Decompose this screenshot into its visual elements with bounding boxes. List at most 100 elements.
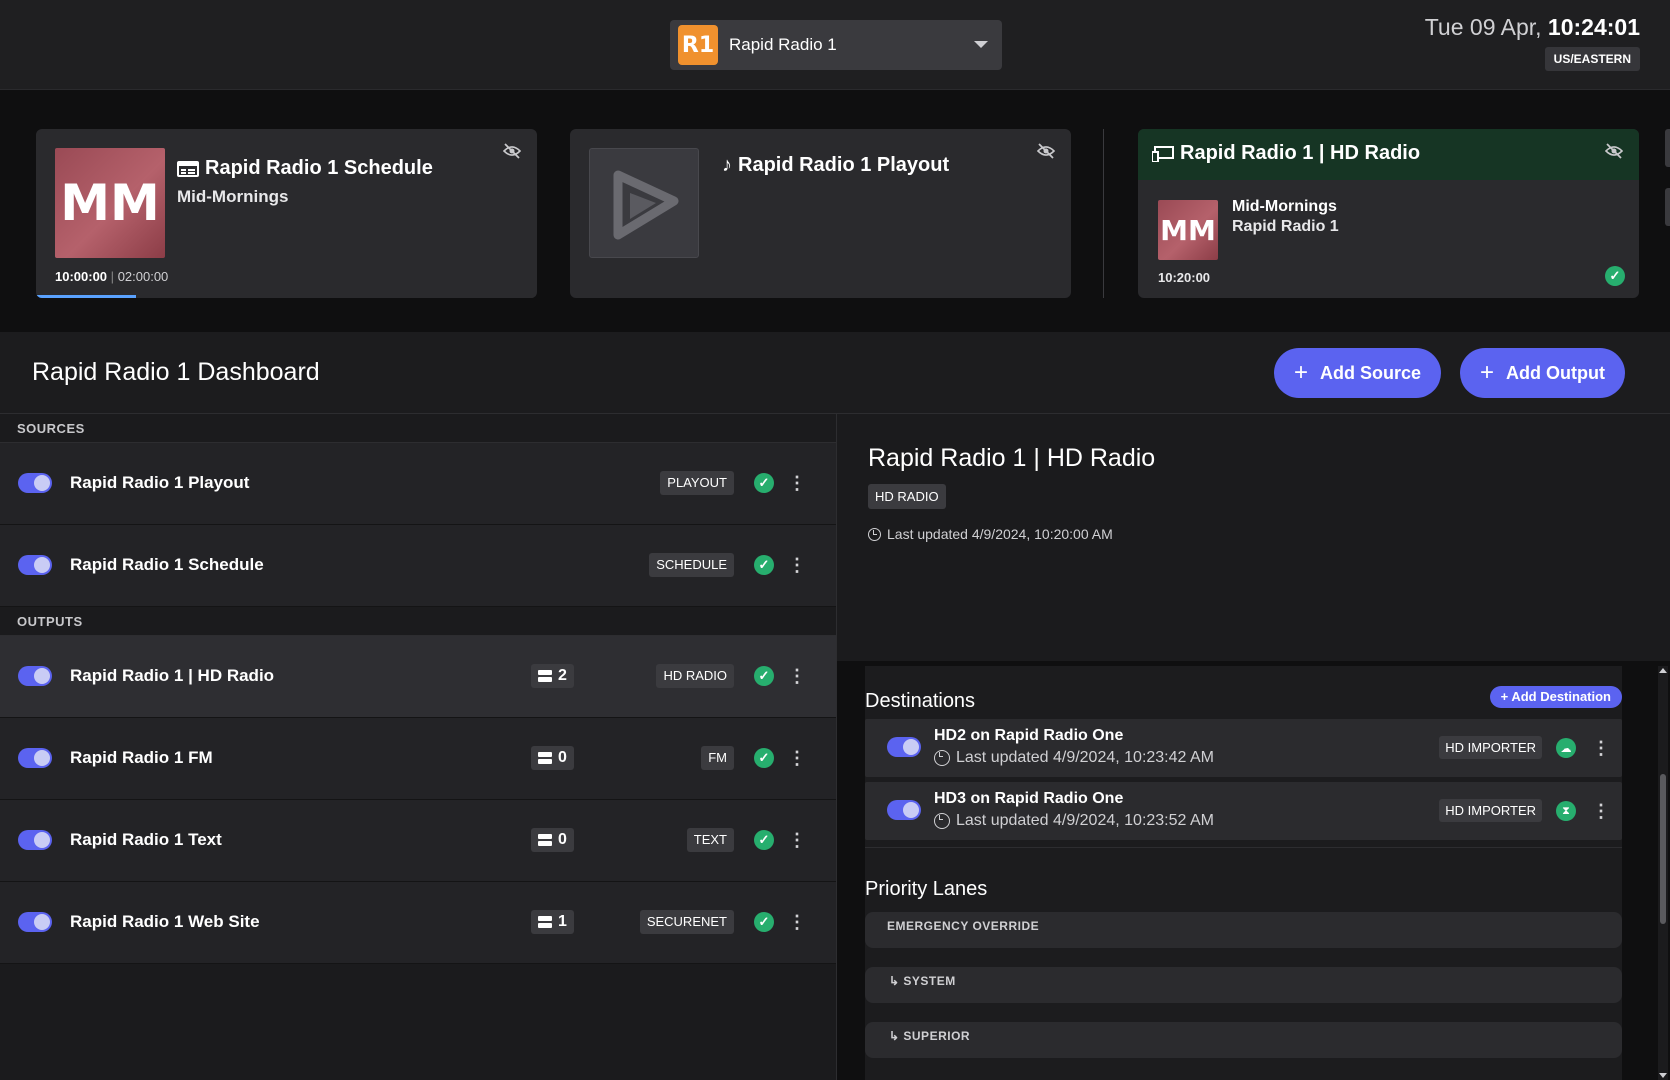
enable-toggle[interactable] [18, 912, 52, 932]
enable-toggle[interactable] [18, 473, 52, 493]
enable-toggle[interactable] [18, 830, 52, 850]
scrollbar-thumb[interactable] [1660, 774, 1666, 924]
chevron-down-icon [974, 41, 988, 48]
more-menu-icon[interactable]: ⋮ [788, 553, 806, 577]
destinations-title: Destinations [865, 690, 976, 712]
check-circle-icon: ✓ [754, 748, 774, 768]
output-name: Rapid Radio 1 FM [70, 748, 213, 767]
server-icon [538, 670, 552, 682]
clock-icon [868, 527, 881, 541]
scroll-up-arrow[interactable] [1659, 668, 1667, 673]
scroll-down-arrow[interactable] [1659, 1073, 1667, 1078]
enable-toggle[interactable] [18, 666, 52, 686]
destination-type-badge: HD IMPORTER [1439, 799, 1542, 822]
playout-title-text: Rapid Radio 1 Playout [738, 154, 950, 176]
output-row[interactable]: Rapid Radio 1 Text 0 TEXT ✓ ⋮ [0, 800, 836, 882]
hd-station: Rapid Radio 1 [1232, 218, 1339, 235]
plus-icon: + [1294, 359, 1309, 386]
priority-lane[interactable]: ↳ SUPERIOR [865, 1022, 1622, 1058]
eye-off-icon[interactable] [1604, 143, 1625, 163]
enable-toggle[interactable] [887, 737, 921, 757]
play-logo-icon [613, 170, 679, 240]
destination-count-value: 1 [558, 913, 567, 930]
hd-radio-card[interactable]: Rapid Radio 1 | HD Radio MM Mid-Mornings… [1138, 129, 1639, 298]
detail-summary: Rapid Radio 1 | HD Radio HD RADIO Last u… [837, 414, 1670, 661]
schedule-title-text: Rapid Radio 1 Schedule [205, 157, 433, 179]
enable-toggle[interactable] [887, 800, 921, 820]
destination-last-updated: Last updated 4/9/2024, 10:23:42 AM [934, 749, 1214, 767]
hourglass-status-icon: ⧗ [1556, 801, 1576, 821]
output-row[interactable]: Rapid Radio 1 FM 0 FM ✓ ⋮ [0, 718, 836, 800]
eye-off-icon[interactable] [502, 143, 523, 163]
source-row[interactable]: Rapid Radio 1 Schedule SCHEDULE ✓ ⋮ [0, 525, 836, 607]
destination-count-value: 0 [558, 831, 567, 848]
check-circle-icon: ✓ [1605, 266, 1625, 286]
eye-off-icon[interactable] [1036, 143, 1057, 163]
check-circle-icon: ✓ [754, 555, 774, 575]
more-menu-icon[interactable]: ⋮ [788, 828, 806, 852]
hd-time: 10:20:00 [1158, 270, 1211, 285]
server-icon [538, 752, 552, 764]
card-divider [1103, 129, 1104, 298]
priority-lane[interactable]: EMERGENCY OVERRIDE [865, 912, 1622, 948]
next-card-edge[interactable] [1665, 188, 1670, 226]
playout-card[interactable]: ♪ Rapid Radio 1 Playout [570, 129, 1071, 298]
detail-scroll-area: Destinations + Add Destination HD2 on Ra… [837, 661, 1670, 1080]
devices-icon [1152, 145, 1174, 162]
output-name: Rapid Radio 1 | HD Radio [70, 666, 275, 685]
type-badge: FM [701, 746, 734, 770]
destination-row[interactable]: HD3 on Rapid Radio One Last updated 4/9/… [865, 782, 1622, 840]
playout-card-title: ♪ Rapid Radio 1 Playout [722, 154, 949, 177]
add-output-button[interactable]: + Add Output [1460, 348, 1625, 398]
output-row[interactable]: Rapid Radio 1 | HD Radio 2 HD RADIO ✓ ⋮ [0, 636, 836, 718]
destination-updated-text: Last updated 4/9/2024, 10:23:52 AM [956, 812, 1214, 829]
more-menu-icon[interactable]: ⋮ [788, 910, 806, 934]
check-circle-icon: ✓ [754, 830, 774, 850]
clock-icon [934, 750, 950, 766]
destination-type-badge: HD IMPORTER [1439, 736, 1542, 759]
destination-count-value: 0 [558, 749, 567, 766]
add-destination-button[interactable]: + Add Destination [1489, 686, 1622, 708]
output-name: Rapid Radio 1 Web Site [70, 912, 260, 931]
timezone-badge: US/EASTERN [1544, 47, 1640, 71]
more-menu-icon[interactable]: ⋮ [1592, 736, 1610, 760]
output-detail-panel: Rapid Radio 1 | HD Radio HD RADIO Last u… [837, 414, 1670, 1080]
source-name: Rapid Radio 1 Schedule [70, 555, 264, 574]
more-menu-icon[interactable]: ⋮ [788, 471, 806, 495]
enable-toggle[interactable] [18, 748, 52, 768]
schedule-start: 10:00:00 [55, 269, 108, 284]
add-output-label: Add Output [1506, 362, 1605, 383]
clock-icon [934, 813, 950, 829]
station-logo: R1 [678, 25, 718, 65]
page-title: Rapid Radio 1 Dashboard [32, 358, 320, 386]
type-badge: SECURENET [639, 910, 734, 934]
schedule-card[interactable]: MM Rapid Radio 1 Schedule Mid-Mornings 1… [36, 129, 537, 298]
more-menu-icon[interactable]: ⋮ [788, 664, 806, 688]
more-menu-icon[interactable]: ⋮ [788, 746, 806, 770]
priority-lane[interactable]: ↳ SYSTEM [865, 967, 1622, 1003]
detail-type-badge: HD RADIO [868, 484, 946, 509]
more-menu-icon[interactable]: ⋮ [1592, 799, 1610, 823]
destinations-panel: Destinations + Add Destination HD2 on Ra… [865, 666, 1622, 1080]
schedule-progress-fill [36, 295, 137, 298]
source-row[interactable]: Rapid Radio 1 Playout PLAYOUT ✓ ⋮ [0, 443, 836, 525]
schedule-card-title: Rapid Radio 1 Schedule [177, 157, 433, 180]
detail-title: Rapid Radio 1 | HD Radio [868, 444, 1156, 472]
type-badge: TEXT [686, 828, 734, 852]
sources-section-label: SOURCES [0, 414, 836, 443]
hd-show-artwork: MM [1158, 200, 1218, 260]
playout-artwork [589, 148, 699, 258]
add-source-button[interactable]: + Add Source [1274, 348, 1442, 398]
type-badge: HD RADIO [656, 664, 734, 688]
destination-row[interactable]: HD2 on Rapid Radio One Last updated 4/9/… [865, 719, 1622, 777]
schedule-duration: 02:00:00 [117, 269, 169, 284]
scrollbar[interactable] [1658, 666, 1668, 1080]
destination-last-updated: Last updated 4/9/2024, 10:23:52 AM [934, 812, 1214, 830]
destination-count: 0 [531, 828, 574, 852]
output-row[interactable]: Rapid Radio 1 Web Site 1 SECURENET ✓ ⋮ [0, 882, 836, 964]
station-selector[interactable]: R1 Rapid Radio 1 [670, 20, 1002, 70]
next-card-edge[interactable] [1665, 129, 1670, 167]
enable-toggle[interactable] [18, 555, 52, 575]
clock-time: 10:24:01 [1547, 14, 1640, 40]
section-divider [865, 847, 1622, 848]
